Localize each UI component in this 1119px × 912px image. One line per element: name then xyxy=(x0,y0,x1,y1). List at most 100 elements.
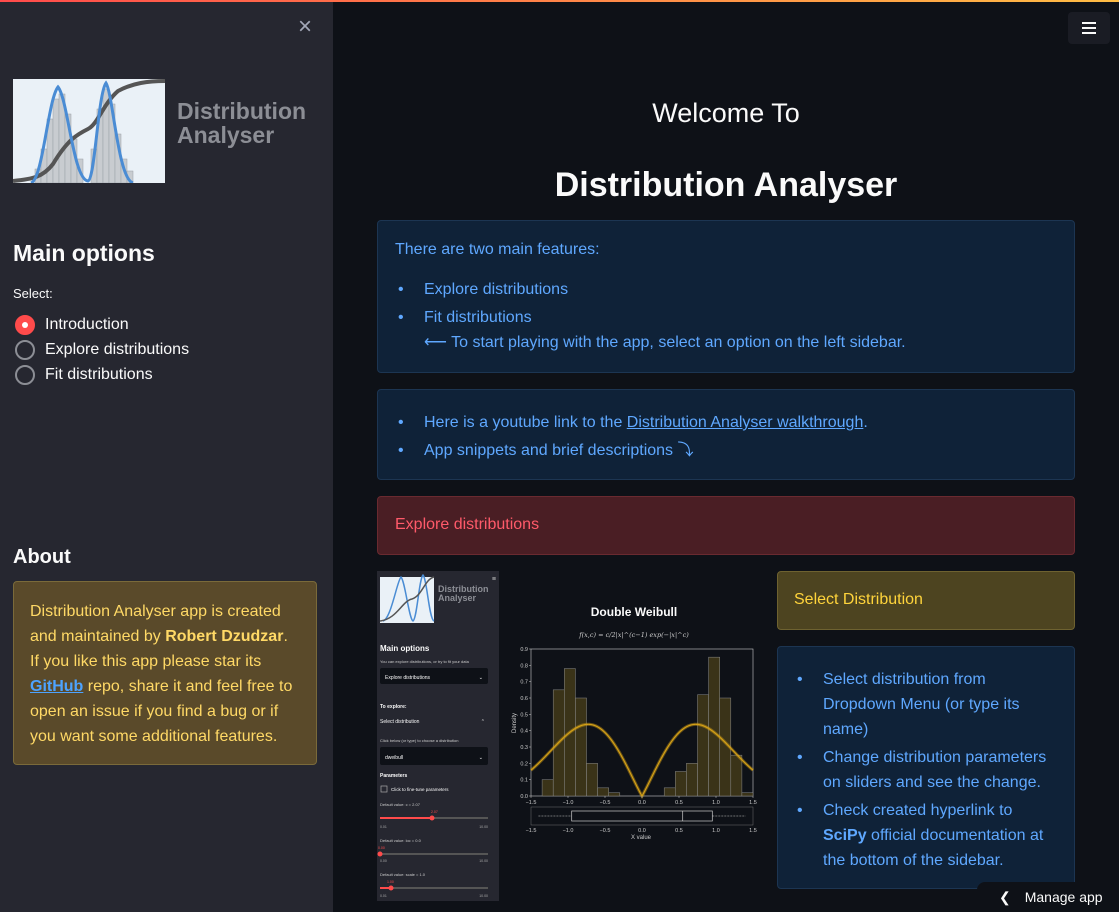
logo-title-line1: Distribution xyxy=(177,98,307,124)
snippet-select-distribution: Select distribution xyxy=(380,719,420,725)
list-item: Explore distributions xyxy=(395,277,1057,302)
about-heading: About xyxy=(13,546,71,568)
x-tick-label: −1.5 xyxy=(526,800,537,806)
histogram-bar xyxy=(708,656,720,797)
snippet-slider1-max: 10.00 xyxy=(479,825,488,829)
list-item: Check created hyperlink to SciPy officia… xyxy=(794,798,1058,873)
top-decoration-line xyxy=(0,0,1119,2)
y-tick-label: 0.8 xyxy=(520,663,528,669)
x-tick-label: −0.5 xyxy=(600,800,611,806)
list-item-text: Here is a youtube link to the xyxy=(424,414,627,431)
snippet-slider2-value: 0.00 xyxy=(378,846,385,850)
app-snippet-plot-image: Double Weibull f(x,c) = c/2|x|^(c−1) exp… xyxy=(507,573,761,845)
snippet-slider1-value: 2.07 xyxy=(431,810,438,814)
instructions-info-box: Select distribution from Dropdown Menu (… xyxy=(777,646,1075,889)
histogram-bar xyxy=(686,763,698,797)
snippet-collapse-icon: ⌃ xyxy=(481,719,485,725)
snippet-slider2-min: 0.00 xyxy=(380,859,387,863)
radio-fit-distributions[interactable]: Fit distributions xyxy=(15,362,189,387)
main-options-heading: Main options xyxy=(13,240,155,266)
snippet-slider1-min: 0.01 xyxy=(380,825,387,829)
snippet-menu-icon: ≡ xyxy=(492,576,496,583)
y-tick-label: 0.1 xyxy=(520,778,528,784)
snippet-explore-hint: You can explore distributions, or try to… xyxy=(380,659,470,664)
radio-explore-distributions[interactable]: Explore distributions xyxy=(15,337,189,362)
histogram-bar xyxy=(663,787,676,797)
github-link[interactable]: GitHub xyxy=(30,678,83,695)
x-tick-label: 0.5 xyxy=(675,800,683,806)
author-name: Robert Dzudzar xyxy=(165,628,284,645)
snippet-logo-line2: Analyser xyxy=(438,593,477,603)
radio-label: Explore distributions xyxy=(45,340,190,358)
boxplot-box xyxy=(571,810,713,822)
snippet-slider1-label: Default value: c = 2.07 xyxy=(380,802,421,807)
boxplot-x-tick-label: 0.0 xyxy=(638,828,646,834)
select-distribution-header: Select Distribution xyxy=(777,571,1075,630)
explore-distributions-header: Explore distributions xyxy=(377,496,1075,555)
main-menu-button[interactable] xyxy=(1068,12,1110,44)
snippet-slider3-min: 0.01 xyxy=(380,894,387,898)
logo-title-line2: Analyser xyxy=(177,122,275,148)
scipy-label: SciPy xyxy=(823,827,867,844)
histogram-bar xyxy=(741,792,754,797)
snippet-parameters: Parameters xyxy=(380,773,407,779)
y-tick-label: 0.7 xyxy=(520,680,528,686)
snippet-chevron-icon: ⌄ xyxy=(479,755,483,761)
links-list: Here is a youtube link to the Distributi… xyxy=(395,410,1057,463)
x-tick-label: 1.5 xyxy=(749,800,757,806)
distribution-logo-icon xyxy=(12,79,166,185)
snippet-slider3-label: Default value: scale = 1.0 xyxy=(380,872,426,877)
histogram-bar xyxy=(697,694,709,797)
list-item: Fit distributions ⟵ To start playing with… xyxy=(395,305,1057,355)
snippet-slider2-label: Default value: loc = 0.0 xyxy=(380,838,422,843)
radio-introduction[interactable]: Introduction xyxy=(15,312,189,337)
double-weibull-plot: Double Weibull f(x,c) = c/2|x|^(c−1) exp… xyxy=(512,605,757,841)
boxplot-x-tick-label: 1.0 xyxy=(712,828,720,834)
y-tick-label: 0.6 xyxy=(520,696,528,702)
histogram-bar xyxy=(541,779,554,797)
about-box: Distribution Analyser app is created and… xyxy=(13,581,317,765)
x-tick-label: 1.0 xyxy=(712,800,720,806)
y-tick-label: 0.4 xyxy=(520,729,528,735)
instructions-list: Select distribution from Dropdown Menu (… xyxy=(794,667,1058,873)
snippet-distribution-value: dweibull xyxy=(385,755,403,761)
snippet-slider2-max: 10.00 xyxy=(479,859,488,863)
sidebar: × Distribution Analyser Main options Sel… xyxy=(0,0,333,912)
close-sidebar-button[interactable]: × xyxy=(294,14,316,40)
list-item: Select distribution from Dropdown Menu (… xyxy=(794,667,1058,742)
snippet-slider3-max: 10.00 xyxy=(479,894,488,898)
histogram-bar xyxy=(575,697,587,797)
manage-app-button[interactable]: ❮ Manage app xyxy=(977,882,1119,912)
boxplot-x-tick-label: −1.5 xyxy=(526,828,537,834)
histogram-bar xyxy=(608,792,621,797)
histogram-bar xyxy=(597,787,609,797)
chevron-left-icon: ❮ xyxy=(999,888,1011,905)
radio-checked-icon xyxy=(15,314,35,335)
y-tick-label: 0.5 xyxy=(520,712,528,718)
plot-xlabel: X value xyxy=(631,835,652,841)
manage-app-label: Manage app xyxy=(1024,889,1103,905)
boxplot-x-tick-label: −0.5 xyxy=(600,828,611,834)
features-info-box: There are two main features: Explore dis… xyxy=(377,220,1075,373)
select-label: Select: xyxy=(13,286,53,301)
plot-ylabel: Density xyxy=(512,713,518,733)
snippet-fine-tune: Click to fine-tune parameters xyxy=(391,787,449,792)
list-item: App snippets and brief descriptions ⤵ xyxy=(395,438,1057,463)
walkthrough-link[interactable]: Distribution Analyser walkthrough xyxy=(627,414,864,431)
features-intro: There are two main features: xyxy=(395,241,600,258)
snippet-main-options: Main options xyxy=(380,644,430,653)
boxplot-x-tick-label: −1.0 xyxy=(563,828,574,834)
logo-title: Distribution Analyser xyxy=(177,99,306,147)
list-item-text: . xyxy=(863,414,868,431)
app-logo xyxy=(12,79,166,185)
page-title: Distribution Analyser xyxy=(554,166,898,204)
radio-unchecked-icon xyxy=(15,339,35,360)
list-item: Change distribution parameters on slider… xyxy=(794,745,1058,795)
main-options-radio-group: Introduction Explore distributions Fit d… xyxy=(15,312,189,387)
list-item: Here is a youtube link to the Distributi… xyxy=(395,410,1057,435)
app-snippet-sidebar-image: ≡ Distribution Analyser Main options You… xyxy=(377,571,499,901)
snippet-choose-hint: Click below (or type) to choose a distri… xyxy=(380,738,458,743)
radio-unchecked-icon xyxy=(15,364,35,385)
y-tick-label: 0.2 xyxy=(520,761,528,767)
x-tick-label: 0.0 xyxy=(638,800,646,806)
